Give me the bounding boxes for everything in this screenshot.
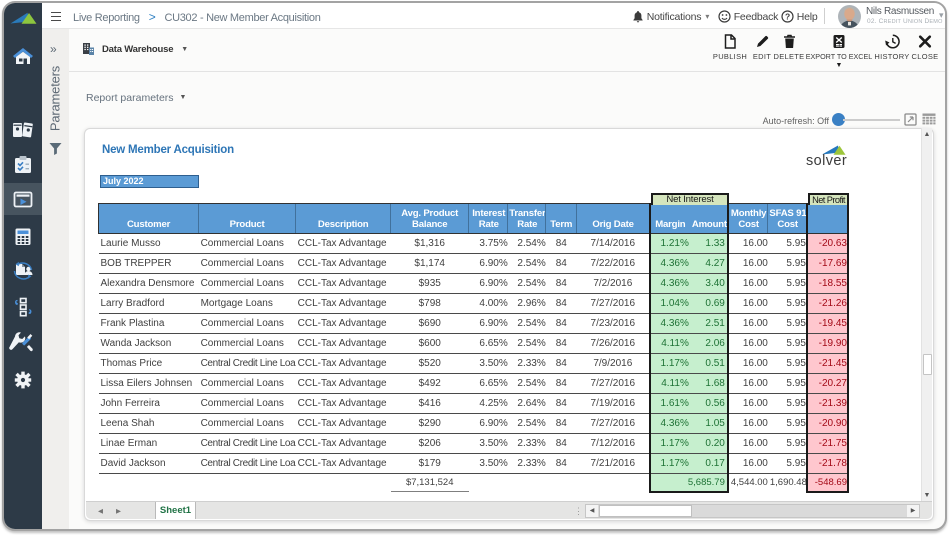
svg-text:?: ?	[785, 11, 790, 21]
svg-text:solver: solver	[806, 153, 847, 166]
